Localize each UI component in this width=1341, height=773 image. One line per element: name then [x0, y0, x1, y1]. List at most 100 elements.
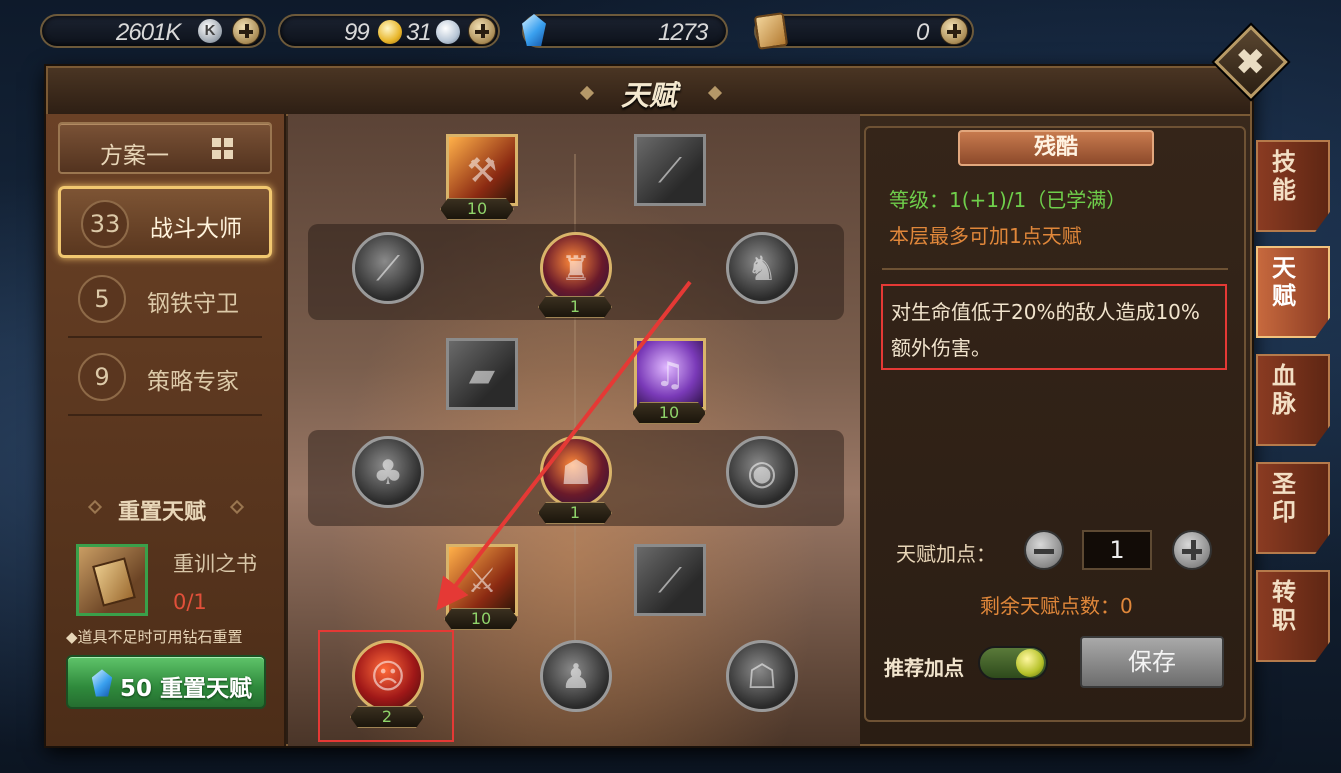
- branch-name: 策略专家: [147, 369, 239, 395]
- silver-coin-icon: [436, 20, 460, 44]
- hammer-icon: ⚒: [466, 151, 498, 191]
- talent-node-locked[interactable]: ▰: [446, 338, 518, 410]
- warrior-icon: ♜: [560, 249, 592, 289]
- tab-class-change[interactable]: 转职: [1256, 570, 1330, 662]
- reset-right-diamond-icon: [229, 499, 245, 515]
- tab-label: 转职: [1272, 578, 1296, 634]
- talent-node-locked[interactable]: ♟: [540, 640, 612, 712]
- branch-points: 9: [78, 353, 126, 401]
- card-bar: 0: [753, 12, 974, 50]
- tier-limit-text: 本层最多可加1点天赋: [889, 224, 1082, 248]
- tab-label: 技能: [1272, 148, 1296, 204]
- talent-node-hooded[interactable]: ☗: [540, 436, 612, 508]
- talent-node-music[interactable]: ♫: [634, 338, 706, 410]
- talent-info-panel: 残酷 等级：1(+1)/1（已学满） 本层最多可加1点天赋 对生命值低于20%的…: [864, 126, 1246, 722]
- talent-node-hammer[interactable]: ⚒: [446, 134, 518, 206]
- branch-name: 钢铁守卫: [147, 291, 239, 317]
- talent-node-locked[interactable]: ⟋: [634, 134, 706, 206]
- knight-icon: ♞: [746, 249, 778, 289]
- talent-level-badge: 1: [538, 502, 612, 524]
- tab-label: 圣印: [1272, 470, 1296, 526]
- talent-node-locked[interactable]: ♣: [352, 436, 424, 508]
- diamond-value: 1273: [658, 19, 708, 46]
- window-title: 天赋: [620, 80, 677, 111]
- divider: [68, 336, 262, 338]
- reset-button-label: 50 重置天赋: [120, 676, 253, 702]
- gold-coin-icon: [378, 20, 402, 44]
- branch-sidebar: 方案一 33 战斗大师 5 钢铁守卫 9 策略专家 重置天赋 重训之书 0/1 …: [46, 114, 286, 746]
- silver-value: 31: [406, 19, 432, 46]
- description-highlight: 对生命值低于20%的敌人造成10%额外伤害。: [881, 284, 1227, 370]
- add-points-input[interactable]: 1: [1082, 530, 1152, 570]
- reset-title: 重置天赋: [118, 500, 207, 525]
- minus-button[interactable]: [1024, 530, 1064, 570]
- talent-node-crossed-swords[interactable]: ⚔: [446, 544, 518, 616]
- shadow-figure-icon: ♟: [560, 657, 592, 697]
- tab-talents[interactable]: 天赋: [1256, 246, 1330, 338]
- gold-value: 99: [344, 19, 370, 46]
- add-points-label: 天赋加点：: [896, 542, 996, 566]
- tab-skills[interactable]: 技能: [1256, 140, 1330, 232]
- talent-node-locked[interactable]: ⟋: [634, 544, 706, 616]
- remaining-points-text: 剩余天赋点数：0: [980, 594, 1133, 618]
- save-button[interactable]: 保存: [1080, 636, 1224, 688]
- tree-spirit-icon: ♣: [372, 453, 404, 493]
- talent-name: 残酷: [958, 130, 1154, 166]
- reset-left-diamond-icon: [87, 499, 103, 515]
- k-coin-icon: K: [198, 19, 222, 43]
- claw-icon: ⟋: [658, 561, 682, 601]
- tab-label: 血脉: [1272, 362, 1296, 418]
- talent-description: 对生命值低于20%的敌人造成10%额外伤害。: [891, 300, 1200, 360]
- toggle-knob-icon: [1016, 649, 1044, 677]
- diamond-icon: [91, 669, 113, 697]
- book-name: 重训之书: [173, 552, 257, 576]
- tab-holy-seal[interactable]: 圣印: [1256, 462, 1330, 554]
- diamond-bar: 1273: [522, 14, 728, 48]
- talent-level-badge: 10: [444, 608, 518, 630]
- tab-label: 天赋: [1272, 254, 1296, 310]
- talent-level-badge: 10: [440, 198, 514, 220]
- talent-level-badge: 1: [538, 296, 612, 318]
- diamond-icon: [522, 14, 546, 46]
- add-k-currency-button[interactable]: [232, 17, 260, 45]
- recommend-toggle[interactable]: [978, 646, 1048, 680]
- music-note-icon: ♫: [654, 355, 686, 395]
- talent-node-locked[interactable]: ⟋: [352, 232, 424, 304]
- hood-icon: ☗: [560, 453, 592, 493]
- add-card-button[interactable]: [940, 17, 968, 45]
- plus-button[interactable]: [1172, 530, 1212, 570]
- divider: [882, 268, 1228, 270]
- talent-node-duel[interactable]: ♜: [540, 232, 612, 304]
- gold-silver-bar: 99 31: [278, 14, 500, 48]
- slash-icon: ⟋: [658, 151, 682, 191]
- title-bar: 天赋: [48, 68, 1250, 116]
- talent-node-locked[interactable]: ☖: [726, 640, 798, 712]
- branch-points: 5: [78, 275, 126, 323]
- branch-points: 33: [81, 200, 129, 248]
- talent-node-locked[interactable]: ◉: [726, 436, 798, 508]
- scheme-selector-button[interactable]: 方案一: [58, 122, 272, 174]
- armor-icon: ▰: [468, 355, 496, 395]
- card-icon: [753, 12, 789, 50]
- retrain-book-icon[interactable]: [76, 544, 148, 616]
- card-value: 0: [916, 19, 929, 46]
- scheme-label: 方案一: [100, 143, 169, 169]
- branch-item-iron-guard[interactable]: 5 钢铁守卫: [58, 264, 272, 338]
- grid-icon: [212, 138, 234, 160]
- recommend-label: 推荐加点: [884, 656, 964, 680]
- currency-k-value: 2601K: [116, 19, 181, 46]
- branch-item-combat-master[interactable]: 33 战斗大师: [58, 186, 272, 258]
- reset-talent-button[interactable]: 50 重置天赋: [66, 655, 266, 709]
- selected-talent-highlight: [318, 630, 454, 742]
- crossed-swords-icon: ⚔: [466, 561, 498, 601]
- divider: [68, 414, 262, 416]
- talent-level-badge: 10: [632, 402, 706, 424]
- eye-icon: ◉: [747, 453, 777, 493]
- branch-item-strategist[interactable]: 9 策略专家: [58, 342, 272, 416]
- branch-name: 战斗大师: [150, 216, 242, 242]
- add-gold-button[interactable]: [468, 17, 496, 45]
- close-icon: ✖: [1236, 43, 1265, 82]
- tab-bloodline[interactable]: 血脉: [1256, 354, 1330, 446]
- talent-node-locked[interactable]: ♞: [726, 232, 798, 304]
- reset-hint: ◆道具不足时可用钻石重置: [66, 628, 243, 646]
